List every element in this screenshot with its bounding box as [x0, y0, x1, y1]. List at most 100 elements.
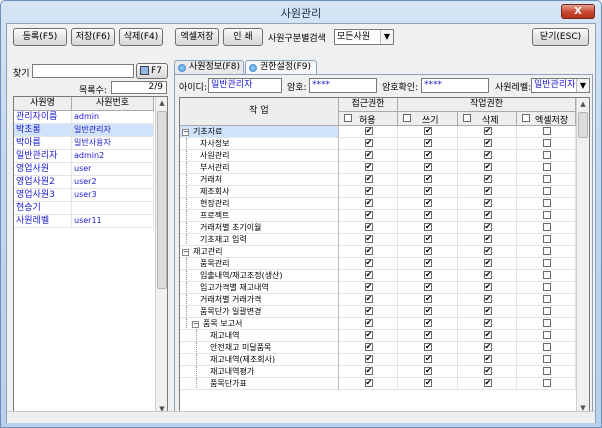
employee-row[interactable]: 일반관리자 admin2 [14, 150, 154, 163]
column-header-number[interactable]: 사원번호 [72, 97, 154, 111]
permission-row[interactable]: 사원관리 ✔ ✔ ✔ [180, 150, 576, 162]
title-bar[interactable]: 사원관리 X [1, 1, 601, 23]
task-cell[interactable]: 재고내역평가 [180, 366, 339, 378]
tree-collapse-icon[interactable]: − [182, 129, 189, 136]
employee-row[interactable]: 현승기 [14, 202, 154, 215]
employee-type-select[interactable]: 모든사원 ▼ [334, 29, 394, 45]
employee-name-cell[interactable]: 현승기 [14, 202, 72, 215]
excel-checkbox[interactable] [542, 331, 551, 339]
write-checkbox[interactable]: ✔ [424, 331, 432, 339]
delete-checkbox[interactable]: ✔ [483, 151, 492, 159]
task-cell[interactable]: 사원관리 [180, 150, 339, 162]
find-input[interactable] [32, 64, 134, 78]
column-header-name[interactable]: 사원명 [14, 97, 72, 111]
id-input[interactable]: 일반관리자 [208, 78, 282, 93]
write-checkbox[interactable]: ✔ [424, 175, 432, 183]
write-checkbox[interactable]: ✔ [424, 223, 432, 231]
write-checkbox[interactable]: ✔ [424, 127, 432, 135]
delete-checkbox[interactable]: ✔ [483, 271, 492, 279]
excel-checkbox[interactable] [542, 271, 551, 279]
excel-checkbox[interactable] [542, 175, 551, 183]
write-checkbox[interactable]: ✔ [424, 271, 432, 279]
delete-column-header[interactable]: 삭제 [458, 112, 517, 126]
employee-list-scrollbar[interactable]: ▲ ▼ [155, 97, 167, 415]
allow-checkbox[interactable]: ✔ [364, 259, 373, 267]
delete-checkbox[interactable]: ✔ [483, 343, 492, 351]
task-column-header[interactable]: 작 업 [180, 98, 339, 126]
task-cell[interactable]: − 기초자료 [180, 126, 339, 138]
task-cell[interactable]: − 품목 보고서 [180, 318, 339, 330]
allow-checkbox[interactable]: ✔ [364, 283, 373, 291]
allow-checkbox[interactable]: ✔ [364, 247, 373, 255]
excel-checkbox[interactable] [542, 367, 551, 375]
allow-checkbox[interactable]: ✔ [364, 271, 373, 279]
excel-checkbox[interactable] [542, 139, 551, 147]
write-checkbox[interactable]: ✔ [424, 139, 432, 147]
write-checkbox[interactable]: ✔ [424, 199, 432, 207]
employee-name-cell[interactable]: 영업사원 [14, 163, 72, 176]
excel-checkbox[interactable] [542, 379, 551, 387]
dropdown-arrow-icon[interactable]: ▼ [576, 79, 589, 92]
task-cell[interactable]: 재고내역(제조회사) [180, 354, 339, 366]
permission-row[interactable]: 입고가격별 재고내역 ✔ ✔ ✔ [180, 282, 576, 294]
excel-checkbox[interactable] [542, 211, 551, 219]
delete-checkbox[interactable]: ✔ [483, 127, 492, 135]
delete-checkbox[interactable]: ✔ [483, 235, 492, 243]
delete-checkbox[interactable]: ✔ [483, 283, 492, 291]
scroll-up-icon[interactable]: ▲ [577, 98, 589, 110]
allow-checkbox[interactable]: ✔ [364, 319, 373, 327]
employee-number-cell[interactable]: user2 [72, 176, 154, 189]
delete-checkbox[interactable]: ✔ [483, 211, 492, 219]
delete-checkbox[interactable]: ✔ [483, 163, 492, 171]
write-column-header[interactable]: 쓰기 [398, 112, 458, 126]
allow-checkbox[interactable]: ✔ [364, 175, 373, 183]
permission-grid-scrollbar[interactable]: ▲ ▼ [576, 98, 589, 414]
excel-checkbox[interactable] [542, 223, 551, 231]
allow-checkbox[interactable]: ✔ [364, 127, 373, 135]
excel-checkbox[interactable] [542, 295, 551, 303]
tab-permission-settings[interactable]: 권한설정(F9) [245, 60, 317, 75]
delete-checkbox[interactable]: ✔ [483, 355, 492, 363]
employee-name-cell[interactable]: 영업사원3 [14, 189, 72, 202]
excel-save-button[interactable]: 엑셀저장 [175, 28, 219, 46]
delete-checkbox[interactable]: ✔ [483, 259, 492, 267]
task-cell[interactable]: 품목관리 [180, 258, 339, 270]
password-confirm-input[interactable]: **** [421, 78, 489, 93]
delete-checkbox[interactable]: ✔ [483, 223, 492, 231]
permission-row[interactable]: 기초재고 입력 ✔ ✔ ✔ [180, 234, 576, 246]
excel-checkbox[interactable] [542, 343, 551, 351]
employee-number-cell[interactable] [72, 202, 154, 215]
permission-row[interactable]: 품목단가 일괄변경 ✔ ✔ ✔ [180, 306, 576, 318]
find-button[interactable]: F7 [136, 63, 168, 79]
permission-row[interactable]: − 재고관리 ✔ ✔ ✔ [180, 246, 576, 258]
employee-row[interactable]: 사원레벨 user11 [14, 215, 154, 228]
delete-checkbox[interactable]: ✔ [483, 247, 492, 255]
delete-checkbox[interactable]: ✔ [483, 307, 492, 315]
employee-row[interactable]: 관리자이름 admin [14, 111, 154, 124]
allow-checkbox[interactable]: ✔ [364, 211, 373, 219]
employee-number-cell[interactable]: admin2 [72, 150, 154, 163]
task-cell[interactable]: 제조회사 [180, 186, 339, 198]
employee-number-cell[interactable]: 일반관리자 [72, 124, 154, 137]
task-cell[interactable]: 안전재고 미달품목 [180, 342, 339, 354]
excel-checkbox[interactable] [542, 199, 551, 207]
permission-row[interactable]: 거래처 ✔ ✔ ✔ [180, 174, 576, 186]
employee-row[interactable]: 영업사원2 user2 [14, 176, 154, 189]
employee-list-grid[interactable]: 사원명 사원번호 관리자이름 admin 박초롱 일반관리자 박아름 일반사용자 일반관리자… [13, 96, 168, 416]
employee-number-cell[interactable]: admin [72, 111, 154, 124]
allow-checkbox[interactable]: ✔ [364, 379, 373, 387]
delete-checkbox[interactable]: ✔ [483, 295, 492, 303]
allow-checkbox[interactable]: ✔ [364, 187, 373, 195]
permission-row[interactable]: 품목단가표 ✔ ✔ ✔ [180, 378, 576, 390]
employee-name-cell[interactable]: 박아름 [14, 137, 72, 150]
permission-row[interactable]: 현장관리 ✔ ✔ ✔ [180, 198, 576, 210]
permission-row[interactable]: − 품목 보고서 ✔ ✔ ✔ [180, 318, 576, 330]
excel-checkbox[interactable] [542, 247, 551, 255]
register-button[interactable]: 등록(F5) [13, 28, 67, 46]
permission-row[interactable]: 프로젝트 ✔ ✔ ✔ [180, 210, 576, 222]
save-button[interactable]: 저장(F6) [71, 28, 115, 46]
task-cell[interactable]: 거래처 [180, 174, 339, 186]
allow-checkbox[interactable]: ✔ [364, 307, 373, 315]
permission-row[interactable]: 재고내역(제조회사) ✔ ✔ ✔ [180, 354, 576, 366]
permission-row[interactable]: 거래처별 초기이월 ✔ ✔ ✔ [180, 222, 576, 234]
